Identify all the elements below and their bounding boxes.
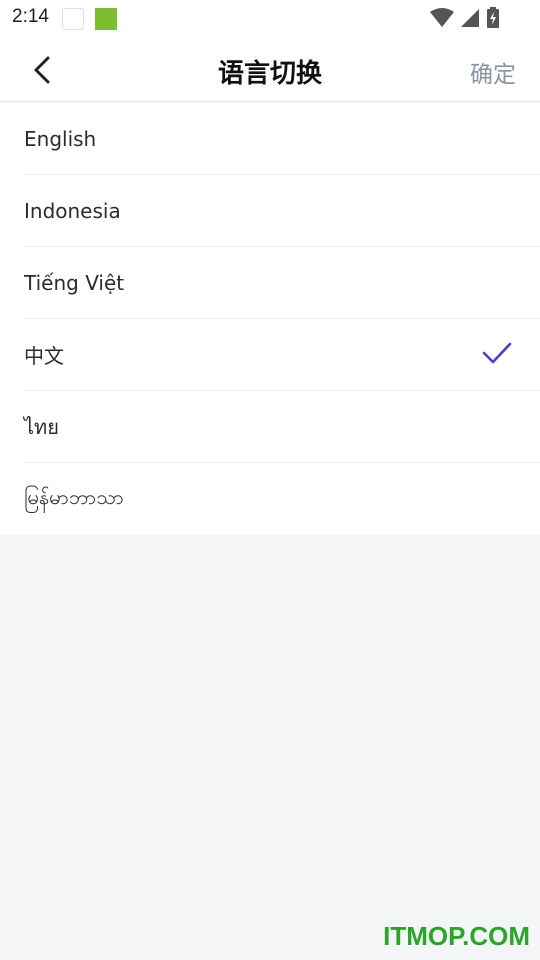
- status-time: 2:14: [12, 6, 49, 27]
- navbar: 语言切换 确定: [0, 36, 540, 102]
- language-label: English: [24, 126, 97, 151]
- signal-icon: [461, 9, 479, 27]
- battery-icon: [487, 7, 499, 28]
- language-option-vietnamese[interactable]: Tiếng Việt: [24, 247, 540, 319]
- status-bar: 2:14: [0, 0, 540, 36]
- language-list: English Indonesia Tiếng Việt 中文 ไทย မြန်…: [0, 103, 540, 535]
- language-label: ไทย: [24, 414, 59, 439]
- language-option-indonesia[interactable]: Indonesia: [24, 175, 540, 247]
- page-title: 语言切换: [217, 59, 322, 89]
- language-label: မြန်မာဘာသာ: [24, 485, 124, 509]
- language-option-burmese[interactable]: မြန်မာဘာသာ: [24, 463, 540, 535]
- check-icon: [482, 342, 512, 364]
- wifi-icon: [430, 8, 454, 27]
- language-label: Tiếng Việt: [24, 270, 125, 295]
- confirm-button[interactable]: 确定: [470, 55, 516, 89]
- language-option-english[interactable]: English: [24, 103, 540, 175]
- language-label: 中文: [24, 344, 64, 368]
- watermark: ITMOP.COM: [383, 921, 530, 951]
- language-option-thai[interactable]: ไทย: [24, 391, 540, 463]
- language-label: Indonesia: [24, 198, 121, 223]
- app-notification-icon: [62, 8, 84, 30]
- app-notification-icon: [95, 8, 117, 30]
- language-option-chinese[interactable]: 中文: [24, 319, 540, 391]
- status-indicators: [430, 7, 500, 29]
